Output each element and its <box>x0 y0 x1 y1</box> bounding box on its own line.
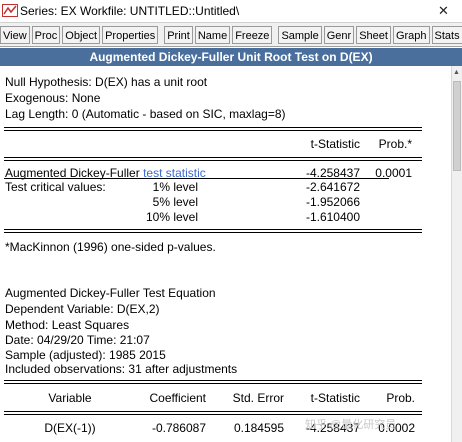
close-icon[interactable]: ✕ <box>438 3 449 19</box>
table-rule <box>4 130 422 131</box>
table-rule <box>4 232 422 233</box>
eviews-app-icon <box>2 4 18 17</box>
crit-value-5: -1.952066 <box>305 195 360 209</box>
critical-values-label: Test critical values: <box>5 180 106 194</box>
freeze-button[interactable]: Freeze <box>232 25 273 44</box>
sample-button[interactable]: Sample <box>278 25 322 44</box>
observations-line: Included observations: 31 after adjustme… <box>5 362 238 376</box>
table-rule <box>4 157 422 158</box>
view-button[interactable]: View <box>0 25 30 44</box>
table-rule <box>4 229 422 230</box>
window-title: Series: EX Workfile: UNTITLED::Untitled\ <box>20 4 240 18</box>
name-button[interactable]: Name <box>194 25 231 44</box>
sheet-button[interactable]: Sheet <box>356 25 391 44</box>
graph-button[interactable]: Graph <box>392 25 430 44</box>
watermark: 知乎 @量化研究员 <box>305 419 397 431</box>
crit-value-10: -1.610400 <box>305 210 360 224</box>
crit-level-1: 1% level <box>152 180 198 194</box>
dependent-variable: Dependent Variable: D(EX,2) <box>5 302 160 316</box>
row-stderr: 0.184595 <box>233 421 284 435</box>
lag-length-line: Lag Length: 0 (Automatic - based on SIC,… <box>5 107 286 121</box>
row-coefficient: -0.786087 <box>151 421 206 435</box>
crit-level-5: 5% level <box>152 195 198 209</box>
row-variable: D(EX(-1)) <box>44 421 96 435</box>
window-titlebar: Series: EX Workfile: UNTITLED::Untitled\… <box>0 0 462 23</box>
header-tstat: t-Statistic <box>310 391 360 405</box>
proc-button[interactable]: Proc <box>31 25 61 44</box>
scrollbar-thumb[interactable] <box>453 81 461 171</box>
col-header-prob: Prob.* <box>378 137 412 151</box>
table-rule <box>4 127 422 128</box>
header-variable: Variable <box>48 391 92 405</box>
print-button[interactable]: Print <box>164 25 193 44</box>
vertical-scrollbar[interactable]: ▲ <box>451 66 462 442</box>
crit-value-1: -2.641672 <box>305 180 360 194</box>
toolbar: View Proc Object Properties Print Name F… <box>0 23 462 47</box>
crit-level-10: 10% level <box>145 210 198 224</box>
genr-button[interactable]: Genr <box>323 25 355 44</box>
table-rule <box>4 160 422 161</box>
mackinnon-footnote: *MacKinnon (1996) one-sided p-values. <box>5 240 216 254</box>
table-rule <box>4 411 422 412</box>
stats-button[interactable]: Stats <box>431 25 462 44</box>
method-line: Method: Least Squares <box>5 318 130 332</box>
scroll-up-arrow-icon[interactable]: ▲ <box>453 69 460 76</box>
table-rule <box>4 380 422 381</box>
header-coefficient: Coefficient <box>149 391 206 405</box>
date-line: Date: 04/29/20 Time: 21:07 <box>5 333 150 347</box>
table-rule <box>4 383 422 384</box>
sample-line: Sample (adjusted): 1985 2015 <box>5 348 166 362</box>
output-header: Augmented Dickey-Fuller Unit Root Test o… <box>0 48 462 66</box>
header-stderr: Std. Error <box>232 391 284 405</box>
output-content: Null Hypothesis: D(EX) has a unit root E… <box>0 66 451 442</box>
table-rule <box>4 414 422 415</box>
equation-title: Augmented Dickey-Fuller Test Equation <box>5 286 216 300</box>
object-button[interactable]: Object <box>62 25 101 44</box>
null-hypothesis: Null Hypothesis: D(EX) has a unit root <box>5 75 208 89</box>
table-rule <box>4 178 389 179</box>
col-header-tstat: t-Statistic <box>310 137 360 151</box>
header-prob: Prob. <box>386 391 415 405</box>
exogenous-line: Exogenous: None <box>5 91 101 105</box>
properties-button[interactable]: Properties <box>102 25 159 44</box>
